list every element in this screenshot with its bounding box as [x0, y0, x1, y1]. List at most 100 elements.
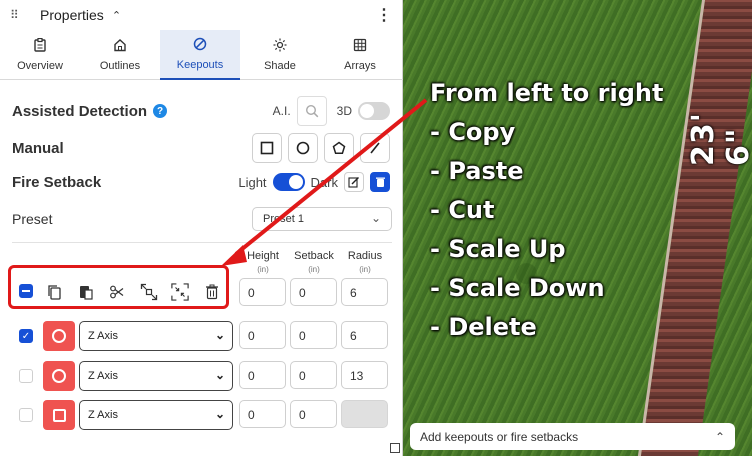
- axis-select[interactable]: Z Axis ⌄: [79, 361, 233, 391]
- setback-input[interactable]: 0: [290, 361, 337, 389]
- height-input[interactable]: 0: [239, 361, 286, 389]
- collapse-chevron-icon[interactable]: ⌃: [112, 9, 121, 22]
- axis-value: Z Axis: [88, 409, 118, 421]
- draw-circle-button[interactable]: [288, 133, 318, 163]
- bulk-height-input[interactable]: 0: [239, 278, 286, 306]
- edit-button[interactable]: [344, 172, 364, 192]
- manual-label: Manual: [12, 139, 64, 157]
- help-icon[interactable]: ?: [153, 104, 168, 118]
- draw-polygon-button[interactable]: [324, 133, 354, 163]
- height-header-label: Height: [247, 250, 279, 262]
- tab-keepouts[interactable]: Keepouts: [160, 30, 240, 80]
- divider: [12, 242, 392, 243]
- three-d-label: 3D: [336, 104, 352, 118]
- resize-handle-icon[interactable]: [390, 443, 400, 453]
- trash-icon: [206, 284, 218, 300]
- radius-input-disabled: [341, 400, 388, 428]
- tab-arrays[interactable]: Arrays: [320, 30, 400, 80]
- tab-bar: Overview Outlines Keepouts Shade Arrays: [0, 30, 403, 80]
- scale-up-button[interactable]: [140, 283, 158, 301]
- shape-circle-chip[interactable]: [43, 321, 75, 351]
- row-checkbox[interactable]: [19, 369, 33, 383]
- search-icon: [305, 104, 318, 118]
- dark-label: Dark: [310, 174, 338, 190]
- annotation-item: - Paste: [430, 157, 524, 185]
- scale-down-button[interactable]: [171, 283, 189, 301]
- setback-input[interactable]: 0: [290, 400, 337, 428]
- chevron-up-icon: ⌃: [714, 429, 725, 444]
- copy-button[interactable]: [45, 283, 63, 301]
- axis-value: Z Axis: [88, 330, 118, 342]
- pentagon-icon: [332, 141, 346, 155]
- edit-icon: [348, 177, 359, 188]
- paste-button[interactable]: [77, 283, 95, 301]
- tab-label: Arrays: [344, 60, 376, 72]
- preset-select[interactable]: Preset 1 ⌄: [252, 207, 392, 231]
- annotation-item: - Cut: [430, 196, 495, 224]
- setback-header-label: Setback: [294, 250, 334, 262]
- cut-button[interactable]: [108, 283, 126, 301]
- tab-label: Overview: [17, 60, 63, 72]
- tab-outlines[interactable]: Outlines: [80, 30, 160, 80]
- paste-icon: [80, 286, 93, 300]
- annotation-item: - Scale Down: [430, 274, 605, 302]
- chevron-down-icon: ⌄: [214, 407, 225, 421]
- add-keepouts-bar[interactable]: Add keepouts or fire setbacks ⌃: [410, 423, 735, 450]
- radius-input[interactable]: 13: [341, 361, 388, 389]
- draw-square-button[interactable]: [252, 133, 282, 163]
- height-column-header: Height (in): [238, 250, 288, 274]
- axis-select[interactable]: Z Axis ⌄: [79, 400, 233, 430]
- ai-detect-button[interactable]: [296, 96, 327, 126]
- height-header-unit: (in): [257, 265, 269, 274]
- shape-circle-chip[interactable]: [43, 361, 75, 391]
- annotation-text: From left to right - Copy - Paste - Cut …: [430, 74, 663, 347]
- manual-row: Manual: [12, 132, 390, 164]
- delete-setback-button[interactable]: [370, 172, 390, 192]
- ai-label: A.I.: [272, 104, 291, 118]
- circle-icon: [296, 141, 310, 155]
- row-checkbox[interactable]: ✓: [19, 329, 33, 343]
- panel-title: Properties: [40, 7, 104, 23]
- grid-icon: [353, 38, 367, 56]
- tab-label: Shade: [264, 60, 296, 72]
- axis-value: Z Axis: [88, 370, 118, 382]
- bulk-radius-input[interactable]: 6: [341, 278, 388, 306]
- scale-up-icon: [140, 283, 158, 301]
- trash-icon: [375, 177, 385, 187]
- radius-input[interactable]: 6: [341, 321, 388, 349]
- drag-handle-icon[interactable]: ⠿: [10, 8, 22, 22]
- properties-panel: ⠿ Properties ⌃ ⋮ Overview Outlines Keepo…: [0, 0, 403, 456]
- dimension-label: 23' 6": [686, 112, 752, 166]
- delete-button[interactable]: [203, 283, 221, 301]
- tab-label: Keepouts: [176, 59, 224, 71]
- radius-header-label: Radius: [347, 250, 383, 262]
- tab-overview[interactable]: Overview: [0, 30, 80, 80]
- fire-setback-row: Fire Setback Light Dark: [12, 170, 390, 194]
- height-input[interactable]: 0: [239, 321, 286, 349]
- add-keepouts-label: Add keepouts or fire setbacks: [420, 429, 579, 444]
- three-d-toggle[interactable]: [358, 102, 390, 120]
- assisted-detection-label: Assisted Detection: [12, 102, 148, 120]
- bulk-setback-input[interactable]: 0: [290, 278, 337, 306]
- row-checkbox[interactable]: [19, 408, 33, 422]
- chevron-down-icon: ⌄: [370, 211, 381, 225]
- axis-select[interactable]: Z Axis ⌄: [79, 321, 233, 351]
- radius-header-unit: (in): [359, 265, 371, 274]
- scale-down-icon: [171, 283, 189, 301]
- height-input[interactable]: 0: [239, 400, 286, 428]
- tab-shade[interactable]: Shade: [240, 30, 320, 80]
- annotation-item: - Scale Up: [430, 235, 566, 263]
- setback-input[interactable]: 0: [290, 321, 337, 349]
- panel-header: ⠿ Properties ⌃ ⋮: [0, 0, 402, 30]
- line-icon: [370, 142, 380, 154]
- home-icon: [113, 38, 127, 56]
- more-options-icon[interactable]: ⋮: [376, 5, 392, 25]
- tab-label: Outlines: [99, 60, 141, 72]
- light-label: Light: [238, 174, 267, 190]
- fire-setback-theme-toggle[interactable]: [272, 173, 305, 191]
- shape-square-chip[interactable]: [43, 400, 75, 430]
- draw-line-button[interactable]: [360, 133, 390, 163]
- radius-column-header: Radius (in): [340, 250, 390, 274]
- annotation-heading: From left to right: [430, 79, 664, 107]
- select-all-checkbox[interactable]: [19, 284, 33, 298]
